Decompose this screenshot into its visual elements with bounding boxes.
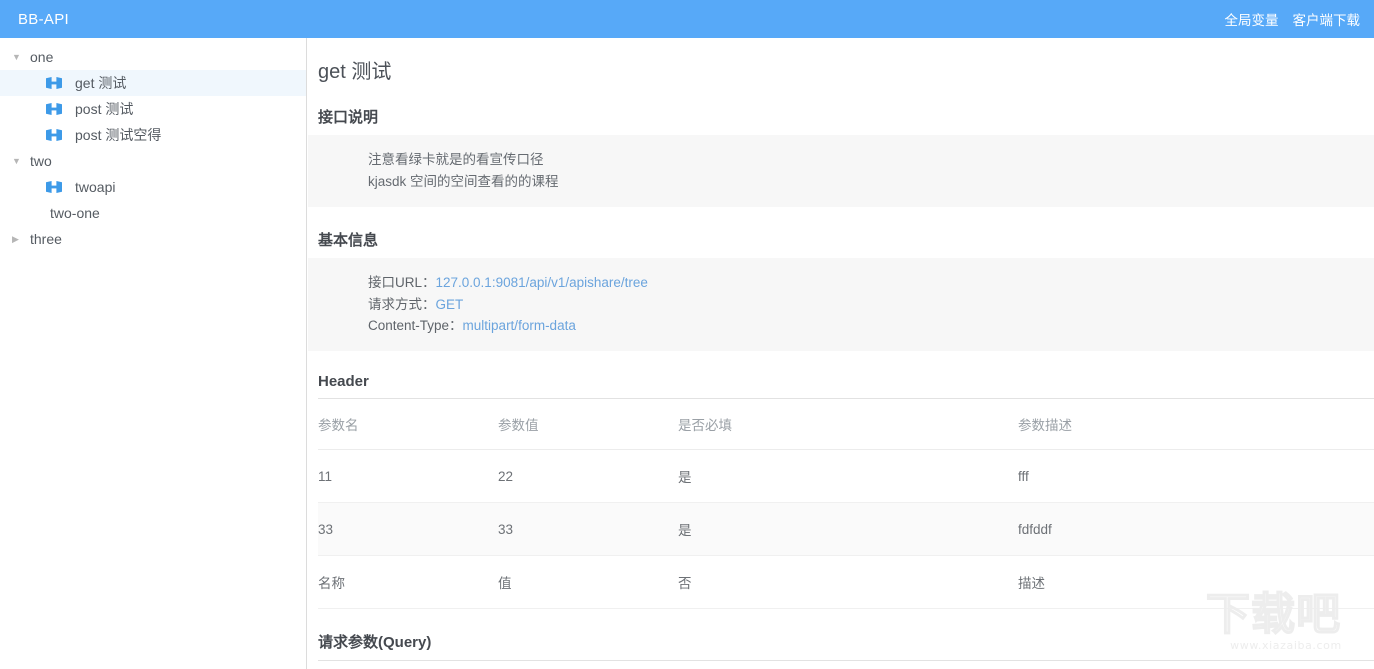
description-line: kjasdk 空间的空间查看的的课程 [368,171,1374,193]
api-url-value[interactable]: 127.0.0.1:9081/api/v1/apishare/tree [436,275,648,290]
table-cell: 值 [498,556,678,609]
table-cell: fdfddf [1018,503,1374,556]
table-row: 3333是fdfddf [318,503,1374,556]
column-header: 参数值 [498,399,678,450]
api-node-icon [46,103,62,115]
basic-info-section-heading: 基本信息 [318,229,1374,250]
basic-info-row-method: 请求方式：GET [368,294,1374,316]
api-node-icon [46,129,62,141]
sidebar-tree: ▼oneget 测试post 测试post 测试空得▼twotwoapitwo-… [0,38,307,669]
sidebar-item-two-one[interactable]: two-one [0,200,306,226]
sidebar-item-post-测试空得[interactable]: post 测试空得 [0,122,306,148]
sidebar-item-post-测试[interactable]: post 测试 [0,96,306,122]
page-title: get 测试 [318,38,1374,84]
global-variables-link[interactable]: 全局变量 [1225,9,1279,29]
table-cell: 是 [678,450,1018,503]
query-params-table: 参数名参数值参数类型是否必填参数描述 tokendfdstring是fffff [318,660,1374,669]
sidebar-item-label: two [26,153,52,169]
column-header: 参数值 [498,661,678,669]
sidebar-item-get-测试[interactable]: get 测试 [0,70,306,96]
table-cell: 33 [498,503,678,556]
table-cell: 描述 [1018,556,1374,609]
table-cell: fff [1018,450,1374,503]
column-header: 参数描述 [1018,399,1374,450]
basic-info-box: 接口URL：127.0.0.1:9081/api/v1/apishare/tre… [308,258,1374,352]
sidebar-item-three[interactable]: ▶three [0,226,306,252]
app-brand: BB-API [18,11,69,28]
chevron-down-icon[interactable]: ▼ [12,53,26,62]
query-params-table-head: 参数名参数值参数类型是否必填参数描述 [318,661,1374,669]
header-params-table: 参数名参数值是否必填参数描述 1122是fff3333是fdfddf名称值否描述 [318,398,1374,609]
column-header: 是否必填 [678,399,1018,450]
sidebar-item-twoapi[interactable]: twoapi [0,174,306,200]
table-cell: 11 [318,450,498,503]
basic-info-label: 接口URL： [368,275,436,290]
request-method-value: GET [436,297,464,312]
description-line: 注意看绿卡就是的看宣传口径 [368,149,1374,171]
header-section-heading: Header [318,373,1374,390]
table-cell: 22 [498,450,678,503]
query-section-heading: 请求参数(Query) [318,631,1374,652]
column-header: 是否必填 [762,661,1058,669]
chevron-right-icon[interactable]: ▶ [12,235,26,244]
basic-info-label: 请求方式： [368,297,436,312]
header-params-table-body: 1122是fff3333是fdfddf名称值否描述 [318,450,1374,609]
sidebar-item-one[interactable]: ▼one [0,44,306,70]
description-box: 注意看绿卡就是的看宣传口径 kjasdk 空间的空间查看的的课程 [308,135,1374,207]
table-cell: 是 [678,503,1018,556]
client-download-link[interactable]: 客户端下载 [1293,9,1361,29]
column-header: 参数名 [318,661,498,669]
basic-info-row-url: 接口URL：127.0.0.1:9081/api/v1/apishare/tre… [368,272,1374,294]
basic-info-row-content-type: Content-Type：multipart/form-data [368,315,1374,337]
table-cell: 33 [318,503,498,556]
api-node-icon [46,181,62,193]
table-cell: 名称 [318,556,498,609]
sidebar-item-label: get 测试 [71,73,126,93]
header-params-table-head: 参数名参数值是否必填参数描述 [318,399,1374,450]
column-header: 参数名 [318,399,498,450]
chevron-down-icon[interactable]: ▼ [12,157,26,166]
basic-info-label: Content-Type： [368,318,463,333]
sidebar-item-label: three [26,231,62,247]
table-header-row: 参数名参数值是否必填参数描述 [318,399,1374,450]
sidebar-item-label: one [26,49,53,65]
column-header: 参数类型 [678,661,762,669]
top-bar-links: 全局变量 客户端下载 [1225,9,1361,29]
table-header-row: 参数名参数值参数类型是否必填参数描述 [318,661,1374,669]
table-row: 1122是fff [318,450,1374,503]
sidebar-item-two[interactable]: ▼two [0,148,306,174]
api-node-icon [46,77,62,89]
top-bar: BB-API 全局变量 客户端下载 [0,0,1374,38]
table-row: 名称值否描述 [318,556,1374,609]
sidebar-item-label: two-one [46,205,100,221]
content-type-value: multipart/form-data [463,318,576,333]
sidebar-item-label: post 测试空得 [71,125,161,145]
sidebar-item-label: twoapi [71,179,115,195]
table-cell: 否 [678,556,1018,609]
description-section-heading: 接口说明 [318,106,1374,127]
main-content: get 测试 接口说明 注意看绿卡就是的看宣传口径 kjasdk 空间的空间查看… [308,38,1374,669]
sidebar-item-label: post 测试 [71,99,133,119]
column-header: 参数描述 [1058,661,1374,669]
